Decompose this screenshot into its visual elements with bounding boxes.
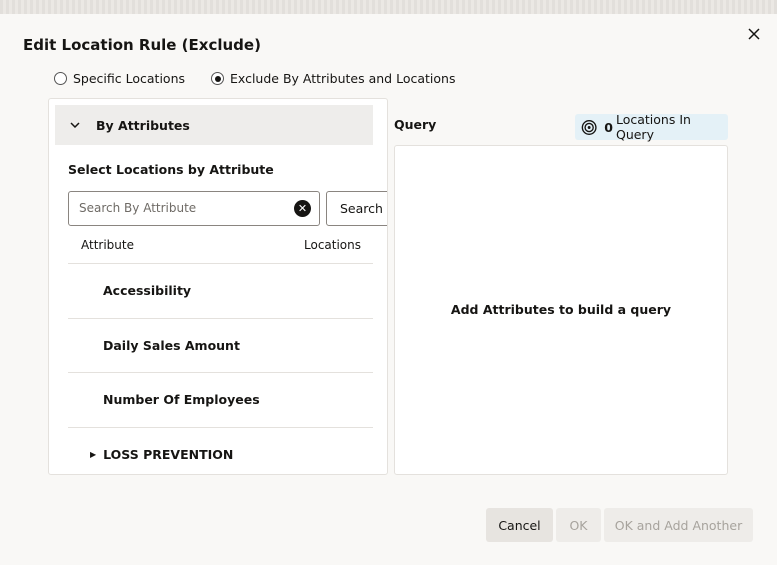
cancel-button[interactable]: Cancel — [486, 508, 553, 542]
ok-button[interactable]: OK — [556, 508, 601, 542]
clear-icon[interactable]: ✕ — [294, 200, 311, 217]
search-input[interactable] — [79, 201, 289, 215]
edit-location-rule-dialog: Edit Location Rule (Exclude) Specific Lo… — [0, 14, 777, 565]
search-button[interactable]: Search — [326, 191, 387, 226]
ok-and-add-another-button[interactable]: OK and Add Another — [604, 508, 753, 542]
list-item[interactable]: Accessibility — [68, 263, 373, 318]
dialog-title: Edit Location Rule (Exclude) — [23, 36, 261, 54]
attribute-list: Accessibility Daily Sales Amount Number … — [68, 263, 373, 475]
radio-specific-locations[interactable]: Specific Locations — [54, 71, 185, 86]
radio-checked-icon — [211, 72, 225, 85]
caret-right-icon: ▶ — [90, 449, 97, 459]
close-icon[interactable] — [744, 24, 764, 44]
radio-exclude-by-attributes[interactable]: Exclude By Attributes and Locations — [211, 71, 455, 86]
query-label: Query — [394, 117, 437, 132]
column-header-attribute: Attribute — [81, 238, 134, 252]
radio-unchecked-icon — [54, 72, 67, 85]
by-attributes-accordion[interactable]: By Attributes — [55, 105, 373, 145]
location-count-label: Locations In Query — [615, 112, 691, 142]
group-label: LOSS PREVENTION — [103, 446, 234, 462]
search-field: ✕ — [68, 191, 320, 226]
attribute-label: Number Of Employees — [103, 392, 260, 408]
radio-label: Specific Locations — [73, 71, 186, 86]
attribute-label: Daily Sales Amount — [103, 337, 240, 353]
attribute-label: Accessibility — [103, 283, 192, 299]
locations-in-query-badge: 0 Locations In Query — [575, 112, 728, 142]
group-loss-prevention[interactable]: ▶ LOSS PREVENTION — [68, 426, 373, 475]
column-header-locations: Locations — [304, 238, 362, 252]
query-empty-message: Add Attributes to build a query — [450, 301, 672, 317]
background-overlay — [0, 0, 777, 14]
query-panel: Add Attributes to build a query — [394, 145, 728, 475]
list-item[interactable]: Number Of Employees — [68, 372, 373, 427]
chevron-down-icon — [70, 122, 80, 129]
location-count: 0 — [604, 119, 613, 135]
section-label: Select Locations by Attribute — [68, 162, 274, 177]
accordion-title: By Attributes — [96, 117, 190, 133]
target-icon — [581, 119, 597, 135]
mode-radio-group: Specific Locations Exclude By Attributes… — [54, 71, 481, 86]
radio-label: Exclude By Attributes and Locations — [230, 71, 456, 86]
list-item[interactable]: Daily Sales Amount — [68, 317, 373, 373]
attributes-panel: By Attributes Select Locations by Attrib… — [48, 98, 388, 475]
